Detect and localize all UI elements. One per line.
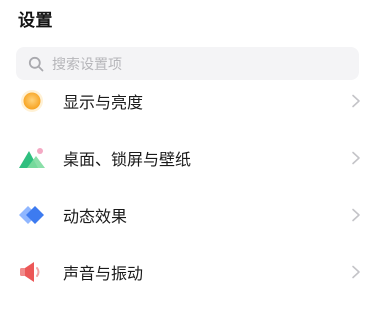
settings-list: 显示与亮度 桌面、锁屏与壁纸 动态效果 声音与振动 [0,72,387,300]
page-title: 设置 [18,11,53,31]
chevron-right-icon [351,151,361,165]
chevron-right-icon [351,208,361,222]
wallpaper-landscape-icon [18,144,46,172]
search-input-placeholder[interactable]: 搜索设置项 [52,54,122,74]
settings-item-label: 声音与振动 [63,263,144,283]
settings-item-label: 桌面、锁屏与壁纸 [63,149,192,169]
settings-item-label: 显示与亮度 [63,92,144,112]
settings-item-desktop-lockscreen-wallpaper[interactable]: 桌面、锁屏与壁纸 [0,129,387,186]
settings-item-motion-effects[interactable]: 动态效果 [0,186,387,243]
settings-item-label: 动态效果 [63,206,128,226]
chevron-right-icon [351,94,361,108]
settings-item-sound-vibration[interactable]: 声音与振动 [0,243,387,300]
settings-screen: 设置 搜索设置项 显示与亮度 桌面、锁屏与壁纸 动态效果 声音与振动 [0,0,387,321]
chevron-right-icon [351,265,361,279]
brightness-sun-icon [18,87,46,115]
settings-item-display-brightness[interactable]: 显示与亮度 [0,72,387,129]
motion-effects-icon [18,201,46,229]
search-icon [28,56,44,72]
speaker-sound-icon [18,258,46,286]
